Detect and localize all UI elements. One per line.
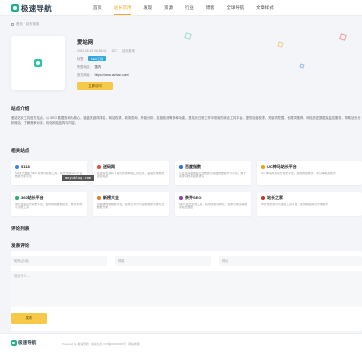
site-icon bbox=[97, 165, 101, 169]
nav-item-article-style[interactable]: 文章样式 bbox=[256, 0, 274, 16]
related-card[interactable]: 百度指数 以百度海量网民行为数据为基础的数据分享平台，用于关键词搜索趋势研究 bbox=[175, 161, 251, 185]
card-desc: 360 搜索官方站长平台，提供网站数据提交、收录查询与诊断工具 bbox=[15, 202, 82, 210]
tag-badge[interactable]: SEO工具 bbox=[88, 56, 106, 61]
card-desc: 以百度海量网民行为数据为基础的数据分享平台，用于关键词搜索趋势研究 bbox=[179, 171, 247, 179]
submit-comment-button[interactable]: 发布 bbox=[11, 313, 47, 324]
site-thumbnail bbox=[11, 36, 65, 90]
related-card[interactable]: 360站长平台 360 搜索官方站长平台，提供网站数据提交、收录查询与诊断工具 bbox=[11, 192, 87, 216]
site-icon bbox=[15, 165, 19, 169]
site-icon bbox=[179, 196, 183, 200]
nav-item-webmaster[interactable]: 站长常用 bbox=[113, 0, 131, 16]
card-name: 百度指数 bbox=[185, 164, 201, 170]
deco-shape bbox=[184, 32, 192, 40]
site-icon bbox=[261, 196, 265, 200]
footer-copyright: Powered by 极速导航 · 备案信息 ICP备00000000号 · 网… bbox=[62, 341, 140, 346]
nav-item-industry[interactable]: 行业 bbox=[185, 0, 194, 16]
related-card[interactable]: 5118 5118 大数据 SEO 关键词挖掘工具，站长长尾词与行业数据分析平台 bbox=[11, 161, 87, 185]
nickname-field[interactable]: 昵称(必填) bbox=[11, 256, 107, 266]
card-desc: 提供站长源码下载与各类网站工具信息，是站长常用的资源站点 bbox=[97, 171, 165, 179]
card-desc: SEO 综合查询工具，提供关键词排名、权重与收录等常用站长数据 bbox=[179, 202, 248, 210]
related-card[interactable]: 新榜大全 新媒体内容数据平台，提供公众号与短视频账号排行及数据分析 bbox=[93, 192, 169, 216]
site-logo-icon bbox=[34, 59, 42, 67]
origin-row: 所属地区: 国内 bbox=[77, 64, 101, 69]
breadcrumb: 首页 · 站长常用 bbox=[11, 21, 39, 26]
footer-logo-text: 极速导航 bbox=[18, 340, 37, 345]
url-row: 官方网址: https://www.aizhan.com/ bbox=[77, 72, 129, 78]
tag-row: 标签: SEO工具 bbox=[77, 56, 106, 61]
site-icon bbox=[179, 165, 183, 169]
website-field[interactable]: 网址 bbox=[219, 256, 362, 266]
logo-icon bbox=[11, 340, 17, 346]
related-card[interactable]: 奈齐SEO SEO 综合查询工具，提供关键词排名、权重与收录等常用站长数据 bbox=[175, 192, 251, 216]
site-icon bbox=[15, 196, 19, 200]
card-name: 送码网 bbox=[103, 164, 115, 170]
nav-item-resources[interactable]: 资源 bbox=[164, 0, 173, 16]
deco-shape bbox=[339, 33, 347, 41]
nav-item-home[interactable]: 首页 bbox=[93, 0, 102, 16]
views-count: 327 bbox=[111, 48, 117, 53]
comment-form-title: 发表评论 bbox=[11, 243, 30, 248]
related-card[interactable]: UC神马站长平台 UC 神马搜索官方站长平台，提供网站收录、索引等相关服务 bbox=[257, 161, 362, 185]
site-meta: 2022-05-19 06:28:01 327 站长常用 bbox=[77, 48, 140, 54]
deco-shape bbox=[277, 41, 284, 48]
comment-textarea[interactable]: 说点什么... bbox=[11, 271, 362, 307]
card-name: 5118 bbox=[21, 164, 30, 170]
watermark-text: moyublog.com bbox=[62, 175, 94, 181]
logo-icon bbox=[11, 4, 19, 12]
site-logo[interactable]: 极速导航 bbox=[11, 3, 52, 13]
deco-shape bbox=[299, 63, 305, 69]
card-desc: 新媒体内容数据平台，提供公众号与短视频账号排行及数据分析 bbox=[97, 202, 165, 210]
card-name: 站长之家 bbox=[267, 195, 283, 201]
card-desc: UC 神马搜索官方站长平台，提供网站收录、索引等相关服务 bbox=[261, 171, 336, 175]
page-footer: 极速导航 Powered by 极速导航 · 备案信息 ICP备00000000… bbox=[0, 333, 362, 362]
comment-list-title: 评论列表 bbox=[11, 226, 30, 231]
site-icon bbox=[97, 196, 101, 200]
related-card[interactable]: 站长之家 中文站长资讯与建站工具平台，提供网站综合查询服务 bbox=[257, 192, 362, 216]
tag-label: 标签: bbox=[77, 57, 85, 61]
card-desc: 中文站长资讯与建站工具平台，提供网站综合查询服务 bbox=[261, 202, 329, 206]
main-nav: 首页 站长常用 发现 资源 行业 博客 全球导航 文章样式 bbox=[93, 0, 286, 16]
site-title: 爱站网 bbox=[77, 40, 94, 46]
nav-item-global[interactable]: 全球导航 bbox=[227, 0, 245, 16]
date-text: 2022-05-19 06:28:01 bbox=[77, 48, 107, 53]
intro-title: 站点介绍 bbox=[11, 106, 30, 111]
card-name: 新榜大全 bbox=[103, 195, 119, 201]
intro-text: 爱站站长工具官方站点，以 SEO 数据查询为核心，涵盖关键词排名、网站权重、收录… bbox=[11, 116, 361, 126]
card-name: 360站长平台 bbox=[21, 195, 44, 201]
card-name: UC神马站长平台 bbox=[267, 164, 297, 170]
breadcrumb-text[interactable]: 首页 · 站长常用 bbox=[16, 22, 39, 26]
origin-label: 所属地区: bbox=[77, 65, 91, 69]
footer-logo[interactable]: 极速导航 bbox=[11, 340, 36, 346]
related-card[interactable]: 送码网 提供站长源码下载与各类网站工具信息，是站长常用的资源站点 bbox=[93, 161, 169, 185]
card-name: 奈齐SEO bbox=[185, 195, 202, 201]
site-icon bbox=[261, 165, 265, 169]
logo-text: 极速导航 bbox=[21, 3, 52, 13]
related-title: 相关站点 bbox=[11, 148, 30, 153]
comment-form: 昵称(必填) 邮箱 网址 说点什么... 发布 bbox=[11, 251, 362, 331]
visit-button[interactable]: 立即访问 bbox=[77, 82, 113, 90]
url-label: 官方网址: bbox=[77, 73, 91, 77]
nav-item-blog[interactable]: 博客 bbox=[206, 0, 215, 16]
email-field[interactable]: 邮箱 bbox=[115, 256, 211, 266]
site-url-link[interactable]: https://www.aizhan.com/ bbox=[95, 73, 129, 77]
nav-item-discover[interactable]: 发现 bbox=[143, 0, 152, 16]
top-header: 极速导航 首页 站长常用 发现 资源 行业 博客 全球导航 文章样式 bbox=[0, 0, 362, 16]
category-link[interactable]: 站长常用 bbox=[122, 48, 135, 53]
home-icon[interactable] bbox=[11, 22, 14, 26]
origin-value: 国内 bbox=[94, 65, 102, 69]
